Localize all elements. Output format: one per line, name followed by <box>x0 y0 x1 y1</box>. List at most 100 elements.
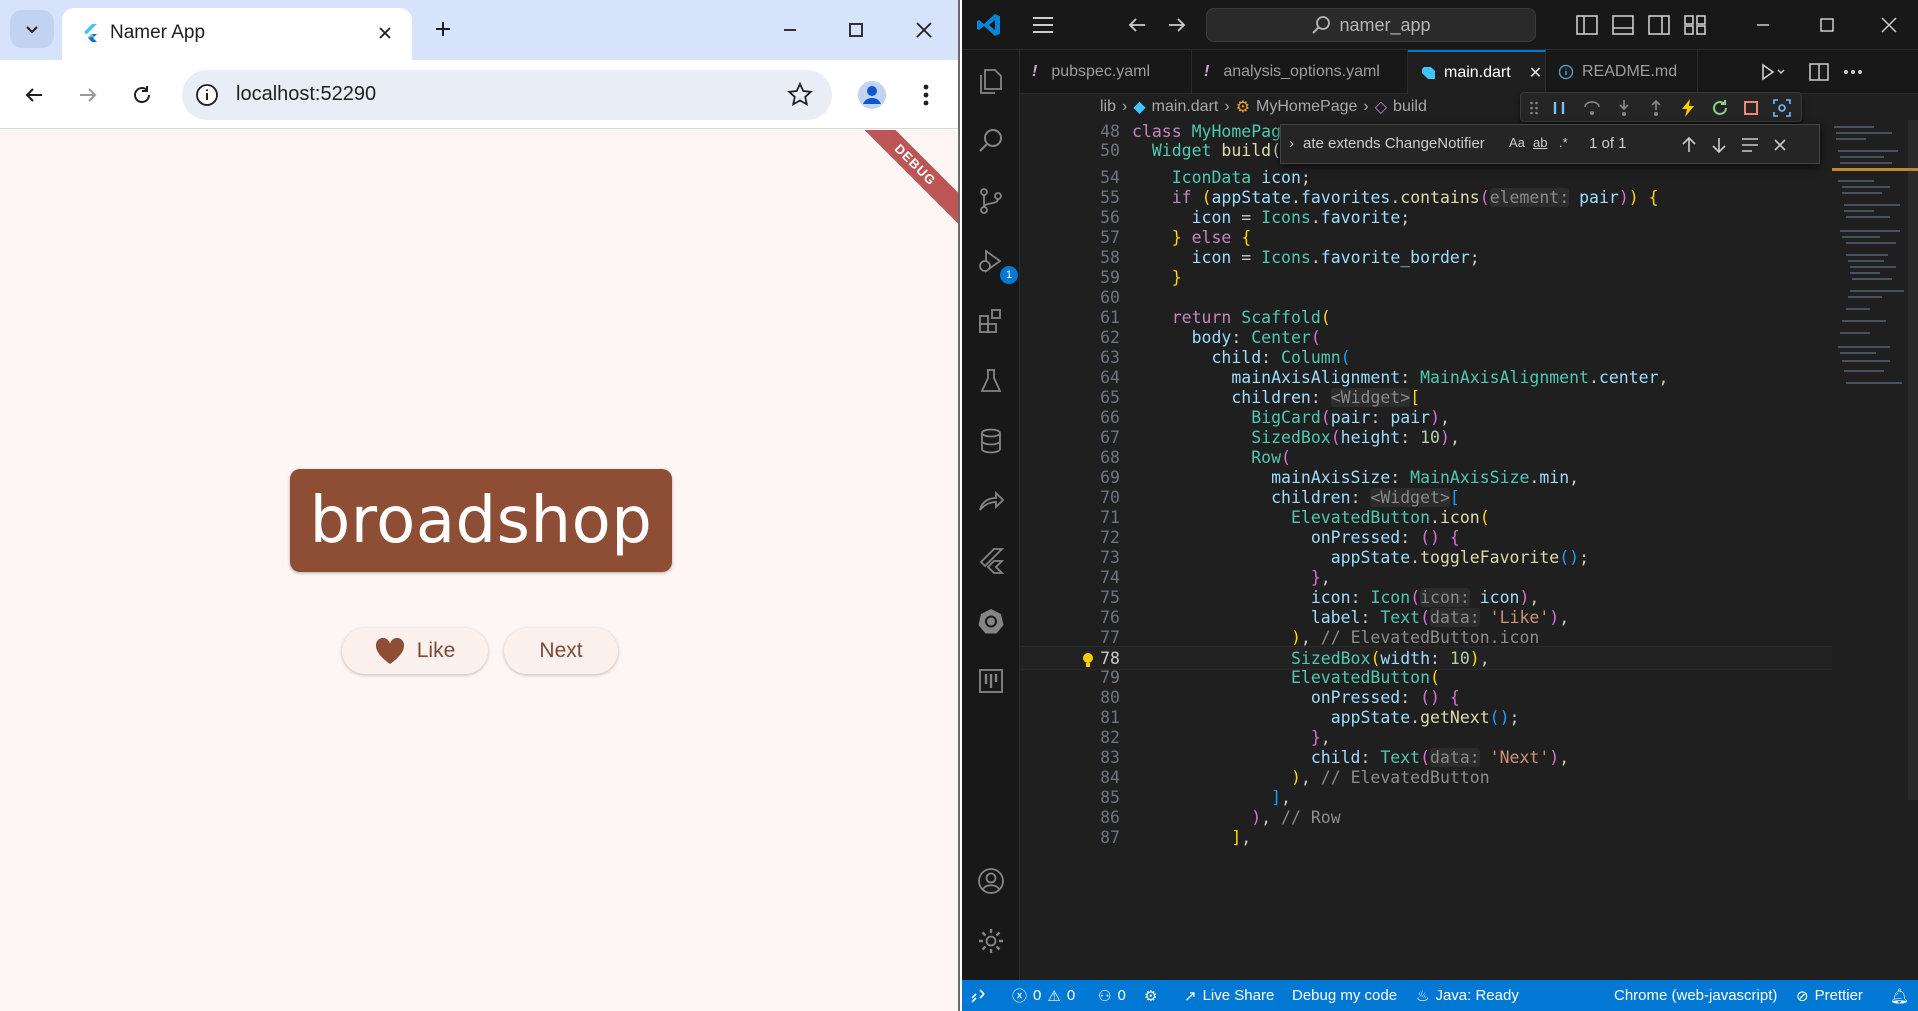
gear-icon[interactable] <box>972 922 1010 960</box>
drag-handle-icon[interactable] <box>1529 100 1539 116</box>
tab-search-button[interactable] <box>10 10 54 48</box>
browser-menu-button[interactable] <box>910 77 942 113</box>
method-icon: ◇ <box>1374 99 1388 116</box>
step-into-icon[interactable] <box>1615 99 1633 117</box>
arrow-up-icon[interactable] <box>1681 136 1697 154</box>
code-line[interactable]: 87 ], <box>1020 826 1850 850</box>
word-pair-text: broadshop <box>309 483 653 558</box>
flutter-outline-icon[interactable] <box>972 542 1010 580</box>
split-editor-icon[interactable] <box>1804 57 1834 87</box>
app-viewport: DEBUG broadshop Like Next <box>0 130 958 1011</box>
tab-analysis-options[interactable]: ! analysis_options.yaml <box>1192 50 1408 94</box>
widget-inspector-icon[interactable] <box>1773 99 1791 117</box>
restart-icon[interactable] <box>1711 99 1729 117</box>
bookmark-star-icon[interactable] <box>786 81 814 109</box>
minimize-icon[interactable] <box>1748 10 1778 40</box>
close-icon[interactable] <box>1773 138 1787 152</box>
minimize-button[interactable] <box>770 12 810 48</box>
next-button[interactable]: Next <box>504 628 618 674</box>
breadcrumb-item[interactable]: build <box>1393 98 1427 116</box>
lightbulb-icon[interactable] <box>1082 651 1094 667</box>
broadcast-icon: ⚇ <box>1098 987 1112 1005</box>
extensions-icon[interactable] <box>972 302 1010 340</box>
step-over-icon[interactable] <box>1583 99 1601 117</box>
arrow-right-icon <box>80 88 97 102</box>
search-icon[interactable] <box>972 122 1010 160</box>
testing-flask-icon[interactable] <box>972 362 1010 400</box>
match-case-toggle[interactable]: Aa <box>1509 135 1525 150</box>
hamburger-menu-icon[interactable] <box>1028 10 1058 40</box>
maximize-button[interactable] <box>836 12 876 48</box>
editor-scrollbar[interactable] <box>1908 120 1918 800</box>
tab-main-dart[interactable]: main.dart ✕ <box>1408 50 1546 94</box>
arrow-down-icon[interactable] <box>1711 136 1727 154</box>
customize-layout-icon[interactable] <box>1680 10 1710 40</box>
more-actions-icon[interactable] <box>1838 57 1868 87</box>
accounts-icon[interactable] <box>972 862 1010 900</box>
profile-button[interactable] <box>854 77 890 113</box>
forward-button[interactable] <box>70 77 106 113</box>
url-text[interactable]: localhost:52290 <box>236 83 376 106</box>
run-debug-dropdown-icon[interactable] <box>1758 57 1788 87</box>
kubernetes-icon[interactable] <box>972 602 1010 640</box>
ports-indicator[interactable]: ⚇ 0 <box>1098 980 1126 1011</box>
prettier-status[interactable]: ⊘ Prettier <box>1796 980 1863 1011</box>
tab-pubspec[interactable]: ! pubspec.yaml <box>1020 50 1192 94</box>
find-input[interactable]: ate extends ChangeNotifier <box>1303 135 1485 152</box>
whole-word-toggle[interactable]: ab <box>1533 135 1547 150</box>
nav-forward-icon[interactable] <box>1162 10 1192 40</box>
problems-indicator[interactable]: ⓧ 0 ⚠ 0 <box>1012 980 1075 1011</box>
chevron-right-icon[interactable]: › <box>1289 135 1294 152</box>
reload-button[interactable] <box>124 77 160 113</box>
new-tab-button[interactable] <box>428 14 458 44</box>
remote-indicator[interactable] <box>970 980 986 1011</box>
toggle-panel-icon[interactable] <box>1608 10 1638 40</box>
close-icon[interactable] <box>1874 10 1904 40</box>
source-control-icon[interactable] <box>972 182 1010 220</box>
error-count: 0 <box>1033 987 1042 1004</box>
regex-toggle[interactable]: .* <box>1559 135 1568 150</box>
minimap[interactable] <box>1832 120 1918 980</box>
browser-tab[interactable]: Namer App <box>62 8 412 60</box>
live-share-icon[interactable] <box>972 482 1010 520</box>
close-icon[interactable]: ✕ <box>1529 63 1542 83</box>
minimize-icon <box>784 29 796 31</box>
tab-readme[interactable]: README.md <box>1546 50 1698 94</box>
nav-back-icon[interactable] <box>1122 10 1152 40</box>
maximize-icon[interactable] <box>1812 10 1842 40</box>
live-share-label: Live Share <box>1202 987 1275 1004</box>
window-close-button[interactable] <box>904 12 944 48</box>
breadcrumb-item[interactable]: lib <box>1100 98 1116 116</box>
breadcrumb-item[interactable]: MyHomePage <box>1256 98 1357 116</box>
pause-icon[interactable] <box>1551 100 1567 116</box>
toggle-sidebar-icon[interactable] <box>1572 10 1602 40</box>
stop-icon[interactable] <box>1743 100 1759 116</box>
device-target-status[interactable]: Chrome (web-javascript) <box>1614 980 1777 1011</box>
check-icon: ⊘ <box>1796 987 1809 1005</box>
maximize-icon <box>849 23 863 37</box>
step-out-icon[interactable] <box>1647 99 1665 117</box>
find-in-selection-icon[interactable] <box>1741 137 1759 153</box>
like-button[interactable]: Like <box>342 628 488 674</box>
find-widget: › ate extends ChangeNotifier Aa ab .* 1 … <box>1280 124 1820 164</box>
remote-icon <box>971 988 985 1003</box>
notifications-bell[interactable]: 🔔︎ <box>1890 980 1909 1011</box>
database-icon[interactable] <box>972 422 1010 460</box>
toggle-secondary-sidebar-icon[interactable] <box>1644 10 1674 40</box>
breadcrumb-item[interactable]: main.dart <box>1152 98 1219 116</box>
project-board-icon[interactable] <box>972 662 1010 700</box>
command-center-search[interactable]: namer_app <box>1206 8 1536 42</box>
class-icon: ⚙ <box>1235 99 1251 116</box>
debug-my-code-status[interactable]: Debug my code <box>1292 980 1397 1011</box>
explorer-icon[interactable] <box>972 62 1010 100</box>
hot-reload-icon[interactable] <box>1679 98 1697 118</box>
debug-run-indicator[interactable]: ⚙ <box>1144 980 1157 1011</box>
live-share-status[interactable]: ↗ Live Share <box>1184 980 1274 1011</box>
address-bar[interactable]: localhost:52290 <box>182 70 832 120</box>
tab-close-button[interactable] <box>372 20 398 46</box>
site-info-icon[interactable] <box>194 82 220 108</box>
run-debug-icon[interactable]: 1 <box>972 242 1018 284</box>
back-button[interactable] <box>16 77 52 113</box>
code-editor[interactable]: 48class MyHomePage e50 Widget build(Bui5… <box>1020 120 1918 980</box>
java-status[interactable]: ♨ Java: Ready <box>1416 980 1519 1011</box>
